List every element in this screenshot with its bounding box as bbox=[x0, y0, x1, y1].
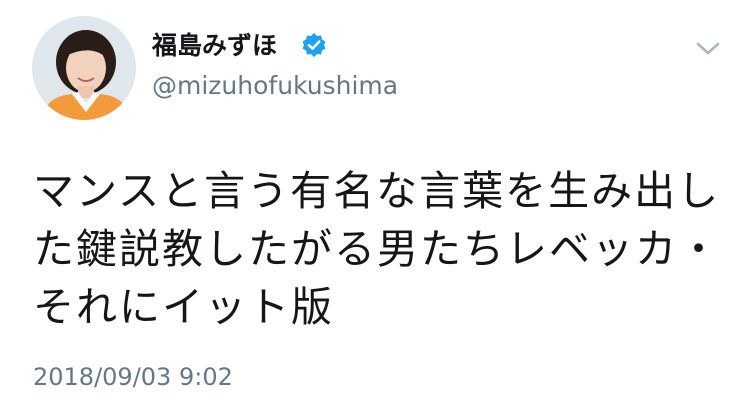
tweet-text: マンスと言う有名な言葉を生み出した鍵説教したがる男たちレベッカ・それにイット版 bbox=[33, 167, 721, 331]
author-handle[interactable]: @mizuhofukushima bbox=[152, 71, 398, 101]
tweet-card: 福島みずほ @mizuhofukushima マンスと言う有名な言葉を生み出した… bbox=[0, 0, 750, 416]
author-display-name[interactable]: 福島みずほ bbox=[152, 31, 277, 61]
profile-photo bbox=[32, 16, 136, 120]
avatar[interactable] bbox=[32, 16, 136, 120]
chevron-down-icon[interactable] bbox=[694, 38, 722, 60]
tweet-timestamp[interactable]: 2018/09/03 9:02 bbox=[33, 362, 233, 392]
verified-badge-icon bbox=[302, 33, 326, 57]
